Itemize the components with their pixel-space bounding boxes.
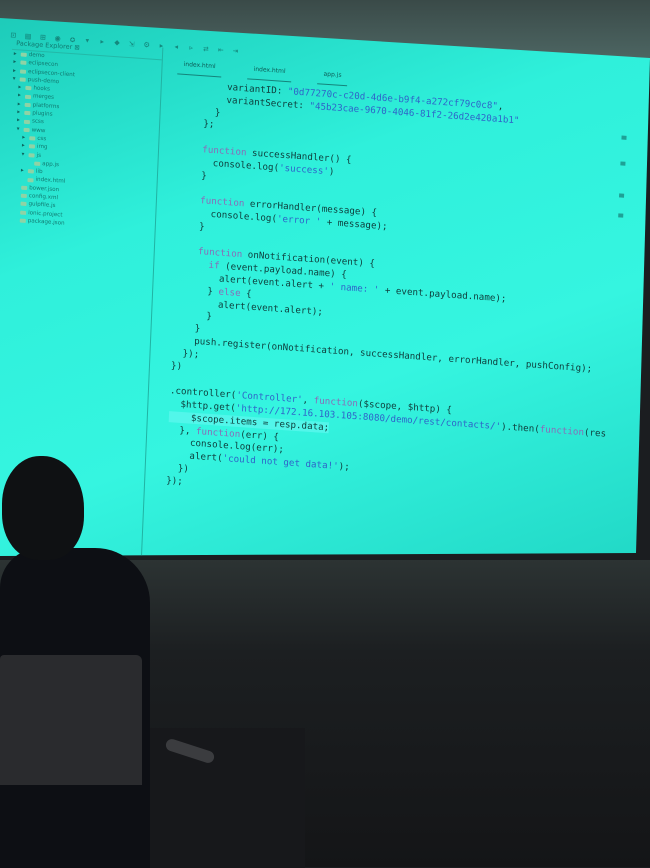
code-text: });	[166, 475, 183, 487]
code-text	[175, 258, 209, 271]
code-keyword: function	[196, 426, 241, 440]
folder-icon	[20, 210, 26, 214]
chevron-right-icon[interactable]: ▸	[18, 92, 23, 101]
eclipse-ide-window: ⊡ ▤ ⊞ ◉ ✪ ▾ ▸ ◆ ⇲ ⚙ ▸ ◂ ▹ ⇄ ⇤ ⇥ index.ht…	[0, 0, 649, 604]
code-text: ,	[302, 395, 314, 407]
chevron-down-icon[interactable]: ▾	[21, 150, 26, 159]
folder-icon	[24, 119, 30, 123]
folder-icon	[34, 162, 40, 166]
folder-icon	[21, 53, 27, 57]
desk	[125, 728, 305, 868]
code-keyword: function	[200, 195, 245, 209]
folder-icon	[28, 153, 34, 157]
tree-item-label: package.json	[28, 217, 65, 228]
code-text: }	[177, 219, 205, 232]
code-text: }	[179, 168, 207, 181]
code-keyword: if	[208, 260, 220, 272]
folder-icon	[25, 86, 31, 90]
presenter-silhouette-head	[2, 456, 84, 560]
code-keyword: function	[198, 246, 243, 260]
folder-icon	[20, 61, 26, 65]
chevron-down-icon[interactable]: ▾	[16, 125, 21, 134]
code-text: }	[174, 283, 219, 297]
chevron-right-icon[interactable]: ▸	[21, 167, 26, 176]
overview-ruler-marker[interactable]	[621, 135, 626, 139]
code-text: (res	[584, 427, 607, 440]
code-text: );	[338, 461, 350, 473]
editor-tab[interactable]: index.html	[177, 60, 222, 77]
tree-item-label: js	[36, 151, 41, 160]
chevron-right-icon[interactable]: ▸	[22, 134, 27, 143]
code-text: ,	[498, 101, 504, 112]
code-text: }	[173, 309, 212, 323]
chevron-right-icon[interactable]: ▸	[17, 108, 22, 117]
folder-icon	[21, 186, 27, 190]
overview-ruler-marker[interactable]	[618, 213, 623, 217]
code-keyword: function	[540, 424, 585, 438]
chevron-right-icon[interactable]: ▸	[13, 67, 18, 76]
folder-icon	[28, 169, 34, 173]
code-text: }	[172, 321, 200, 334]
folder-icon	[29, 145, 35, 149]
chevron-right-icon[interactable]: ▸	[13, 58, 18, 67]
folder-icon	[20, 202, 26, 206]
chevron-right-icon[interactable]: ▸	[17, 100, 22, 109]
code-text: })	[171, 360, 183, 372]
overview-ruler-marker[interactable]	[619, 193, 624, 197]
folder-icon	[25, 94, 31, 98]
folder-icon	[29, 136, 35, 140]
overview-ruler-marker[interactable]	[620, 161, 625, 165]
code-string: ' name: '	[329, 281, 379, 295]
code-text: });	[171, 347, 199, 360]
folder-icon	[21, 194, 27, 198]
folder-icon	[25, 103, 31, 107]
tree-item-label: app.js	[42, 160, 59, 169]
code-string: 'error '	[277, 214, 322, 228]
code-text	[176, 245, 199, 258]
code-keyword: function	[313, 395, 358, 409]
folder-icon	[27, 178, 33, 182]
code-text: })	[167, 462, 190, 475]
code-keyword: else	[218, 286, 241, 299]
projection-screen: ⊡ ▤ ⊞ ◉ ✪ ▾ ▸ ◆ ⇲ ⚙ ▸ ◂ ▹ ⇄ ⇤ ⇥ index.ht…	[0, 0, 650, 560]
code-text: };	[181, 117, 215, 130]
laptop	[0, 655, 142, 785]
code-text: (err) {	[240, 429, 279, 443]
code-text: )	[329, 166, 335, 177]
code-text: ).then(	[501, 421, 540, 435]
folder-icon	[20, 219, 26, 223]
editor-tab-active[interactable]: app.js	[317, 70, 348, 86]
code-text	[180, 143, 203, 156]
code-text	[178, 194, 201, 207]
chevron-right-icon[interactable]: ▸	[22, 142, 27, 151]
folder-icon	[20, 69, 26, 73]
code-editor[interactable]: variantID: "0d77270c-c20d-4d6e-b9f4-a272…	[166, 79, 650, 520]
chevron-right-icon[interactable]: ▸	[18, 84, 23, 93]
code-text: {	[240, 288, 252, 300]
chevron-right-icon[interactable]: ▸	[14, 50, 19, 59]
chevron-right-icon[interactable]: ▸	[17, 117, 22, 126]
folder-icon	[24, 111, 30, 115]
code-string: 'success'	[279, 162, 329, 176]
editor-tab[interactable]: index.html	[247, 65, 292, 82]
folder-icon	[24, 128, 30, 132]
code-keyword: function	[202, 144, 247, 158]
code-text: },	[168, 424, 196, 437]
folder-icon	[20, 77, 26, 81]
code-text: }	[182, 104, 221, 118]
chevron-down-icon[interactable]: ▾	[13, 75, 18, 84]
package-tree: ▸demo▸eclipsecon▸eclipsecon-client▾push-…	[5, 50, 162, 234]
